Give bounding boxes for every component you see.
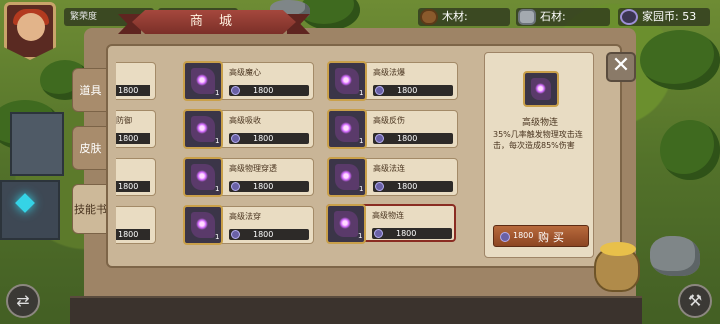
shop-title: 商 城 — [132, 10, 296, 34]
home-coin-name: 家园币 — [642, 10, 675, 23]
coin-icon — [374, 229, 383, 238]
item-card-reflect[interactable]: 1 高级反伤 1800 — [327, 109, 458, 149]
item-price: 1800 — [116, 181, 150, 192]
item-card-absorb[interactable]: 1 高级吸收 1800 — [183, 109, 314, 149]
tree — [640, 30, 720, 90]
item-price: 1800 — [373, 181, 453, 192]
item-card-magic-heart[interactable]: 1 高级魔心 1800 — [183, 61, 314, 101]
hammer-icon[interactable]: ⚒ — [678, 284, 712, 318]
item-qty: 1 — [215, 89, 220, 97]
home-coin-resource: 家园币: 53 — [618, 8, 710, 26]
skill-book-icon — [523, 71, 559, 107]
item-card-magic-combo[interactable]: 1 高级法连 1800 — [327, 157, 458, 197]
return-button[interactable]: ⇄ — [6, 284, 40, 318]
buy-button[interactable]: 1800 购买 — [493, 225, 589, 247]
item-card[interactable]: 1800 — [116, 62, 156, 100]
item-card-magic-crit[interactable]: 1 高级法爆 1800 — [327, 61, 458, 101]
tab-props[interactable]: 道具 — [72, 68, 108, 112]
buy-price: 1800 — [513, 231, 534, 240]
wood-name: 木材 — [442, 10, 464, 23]
item-qty: 1 — [359, 89, 364, 97]
stone-icon — [518, 9, 536, 25]
home-coin-value: 53 — [682, 10, 697, 23]
item-card-phys-combo[interactable]: 1 高级物连 1800 — [326, 204, 456, 244]
close-button[interactable]: ✕ — [606, 52, 636, 82]
coin-icon — [231, 86, 240, 95]
portal-building[interactable] — [0, 180, 60, 240]
item-name: 高级反伤 — [373, 116, 405, 125]
coin-icon — [375, 86, 384, 95]
coin-icon — [375, 134, 384, 143]
item-name: 高级魔心 — [229, 68, 261, 77]
item-price: 1800 — [116, 85, 150, 96]
item-price: 1800 — [116, 133, 150, 144]
tower-building[interactable] — [10, 112, 64, 176]
coin-icon — [375, 182, 384, 191]
tab-skill-books[interactable]: 技能书 — [72, 184, 108, 234]
item-name: 高级法连 — [373, 164, 405, 173]
item-price: 1800 — [372, 228, 452, 239]
item-price: 1800 — [373, 85, 453, 96]
coin-icon — [231, 230, 240, 239]
item-card-magic-pierce[interactable]: 1 高级法穿 1800 — [183, 205, 314, 245]
item-qty: 1 — [359, 185, 364, 193]
item-qty: 1 — [215, 233, 220, 241]
item-price: 1800 — [229, 181, 309, 192]
avatar-face — [17, 13, 45, 41]
buy-label: 购买 — [538, 231, 568, 244]
item-price: 1800 — [229, 85, 309, 96]
item-name: 高级法穿 — [229, 212, 261, 221]
coin-icon — [500, 232, 510, 242]
coin-icon — [231, 182, 240, 191]
item-price: 1800 — [116, 229, 150, 240]
item-card[interactable]: 防御 1800 — [116, 110, 156, 148]
coin-icon — [231, 134, 240, 143]
item-name: 防御 — [116, 116, 132, 125]
gold-sack-icon[interactable] — [594, 242, 640, 292]
item-name: 高级法爆 — [373, 68, 405, 77]
item-price: 1800 — [229, 229, 309, 240]
stone-resource: 石材: 30720 — [516, 8, 610, 41]
stone-name: 石材 — [540, 10, 562, 23]
wood-icon — [420, 9, 438, 25]
item-name: 高级物理穿透 — [229, 164, 277, 173]
wood-resource: 木材: 25285 — [418, 8, 510, 41]
item-detail-panel: 高级物连 35%几率触发物理攻击连击，每次造成85%伤害 1800 购买 — [484, 52, 594, 258]
shop-footer — [70, 296, 642, 324]
item-qty: 1 — [215, 185, 220, 193]
rock — [650, 236, 700, 276]
detail-item-name: 高级物连 — [521, 118, 558, 128]
item-qty: 1 — [359, 137, 364, 145]
item-qty: 1 — [215, 137, 220, 145]
item-card-phys-pierce[interactable]: 1 高级物理穿透 1800 — [183, 157, 314, 197]
item-card[interactable]: 1800 — [116, 206, 156, 244]
item-name: 高级吸收 — [229, 116, 261, 125]
item-price: 1800 — [229, 133, 309, 144]
item-name: 高级物连 — [372, 211, 404, 220]
item-price: 1800 — [373, 133, 453, 144]
item-qty: 1 — [358, 232, 363, 240]
tab-skins[interactable]: 皮肤 — [72, 126, 108, 170]
detail-description: 35%几率触发物理攻击连击，每次造成85%伤害 — [493, 130, 583, 150]
home-coin-icon — [620, 9, 638, 25]
item-card[interactable]: 1800 — [116, 158, 156, 196]
tree — [660, 120, 720, 180]
